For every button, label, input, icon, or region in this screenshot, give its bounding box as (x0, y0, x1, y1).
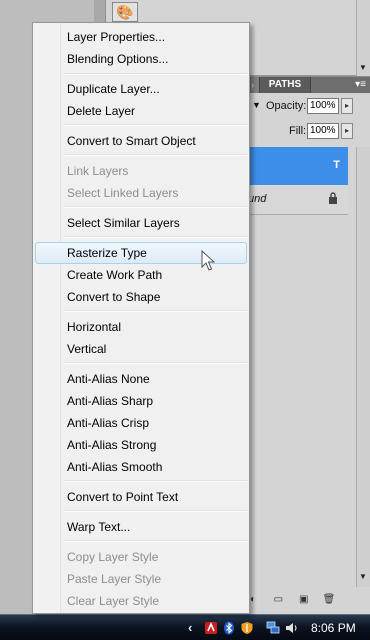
menu-item-anti-alias-crisp[interactable]: Anti-Alias Crisp (35, 412, 247, 434)
mouse-cursor-icon (201, 250, 215, 271)
menu-item-paste-layer-style[interactable]: Paste Layer Style (35, 568, 247, 590)
menu-item-rasterize-type[interactable]: Rasterize Type (35, 242, 247, 264)
scroll-down-arrow-icon[interactable]: ▼ (359, 572, 367, 581)
opacity-input[interactable]: 100% (307, 98, 339, 114)
tab-paths[interactable]: PATHS (259, 77, 311, 93)
menu-item-select-similar-layers[interactable]: Select Similar Layers (35, 212, 247, 234)
menu-separator (63, 362, 247, 364)
menu-item-copy-layer-style[interactable]: Copy Layer Style (35, 546, 247, 568)
new-layer-icon[interactable]: ▣ (297, 594, 311, 606)
lock-icon (329, 192, 337, 204)
security-shield-icon[interactable] (240, 621, 254, 635)
bluetooth-icon[interactable] (222, 621, 236, 635)
menu-item-convert-to-point-text[interactable]: Convert to Point Text (35, 486, 247, 508)
opacity-slider-button[interactable]: ▸ (341, 98, 353, 114)
tab-scroll-left-icon[interactable]: › (251, 77, 259, 93)
menu-separator (63, 540, 247, 542)
menu-item-anti-alias-sharp[interactable]: Anti-Alias Sharp (35, 390, 247, 412)
blend-mode-dropdown-icon[interactable]: ▼ (252, 100, 261, 110)
network-icon[interactable] (266, 621, 280, 635)
fill-input[interactable]: 100% (307, 123, 339, 139)
menu-separator (63, 236, 247, 238)
scroll-down-arrow-icon[interactable]: ▼ (359, 63, 367, 72)
menu-item-warp-text[interactable]: Warp Text... (35, 516, 247, 538)
text-layer-icon: T (333, 159, 340, 171)
menu-separator (63, 73, 247, 75)
menu-separator (63, 480, 247, 482)
menu-item-blending-options[interactable]: Blending Options... (35, 48, 247, 70)
menu-separator (63, 310, 247, 312)
menu-separator (63, 124, 247, 126)
taskbar-clock[interactable]: 8:06 PM (311, 621, 356, 635)
volume-icon[interactable] (285, 621, 299, 635)
menu-item-convert-to-shape[interactable]: Convert to Shape (35, 286, 247, 308)
menu-item-select-linked-layers[interactable]: Select Linked Layers (35, 182, 247, 204)
menu-item-anti-alias-strong[interactable]: Anti-Alias Strong (35, 434, 247, 456)
menu-separator (63, 510, 247, 512)
menu-item-layer-properties[interactable]: Layer Properties... (35, 26, 247, 48)
menu-item-anti-alias-none[interactable]: Anti-Alias None (35, 368, 247, 390)
new-group-icon[interactable]: ▭ (271, 594, 285, 606)
menu-item-anti-alias-smooth[interactable]: Anti-Alias Smooth (35, 456, 247, 478)
fill-slider-button[interactable]: ▸ (341, 123, 353, 139)
layers-bottom-toolbar: ◐ ▭ ▣ 🗑 (246, 591, 370, 609)
menu-item-delete-layer[interactable]: Delete Layer (35, 100, 247, 122)
layer-row-background[interactable]: und (246, 185, 348, 215)
top-panel-scrollbar[interactable]: ▼ (356, 0, 370, 76)
background-layer-name: und (248, 193, 267, 205)
menu-item-convert-to-smart-object[interactable]: Convert to Smart Object (35, 130, 247, 152)
layer-context-menu: Layer Properties... Blending Options... … (32, 22, 250, 614)
menu-item-vertical[interactable]: Vertical (35, 338, 247, 360)
menu-item-link-layers[interactable]: Link Layers (35, 160, 247, 182)
menu-separator (63, 154, 247, 156)
menu-item-create-work-path[interactable]: Create Work Path (35, 264, 247, 286)
layers-scrollbar[interactable]: ▼ (356, 147, 370, 587)
delete-layer-icon[interactable]: 🗑 (322, 594, 336, 606)
menu-item-clear-layer-style[interactable]: Clear Layer Style (35, 590, 247, 612)
brush-preset-icon[interactable]: 🎨 (112, 2, 138, 22)
taskbar: ‹ 8:06 PM (0, 614, 370, 640)
show-hidden-icons-chevron-icon[interactable]: ‹ (188, 620, 192, 635)
opacity-label: Opacity: (266, 100, 307, 112)
panel-menu-icon[interactable]: ▾≡ (355, 79, 366, 90)
menu-item-horizontal[interactable]: Horizontal (35, 316, 247, 338)
adobe-tray-icon[interactable] (204, 621, 218, 635)
fill-label: Fill: (289, 125, 307, 137)
menu-separator (63, 206, 247, 208)
menu-item-duplicate-layer[interactable]: Duplicate Layer... (35, 78, 247, 100)
layer-row-selected[interactable]: T (246, 147, 348, 185)
